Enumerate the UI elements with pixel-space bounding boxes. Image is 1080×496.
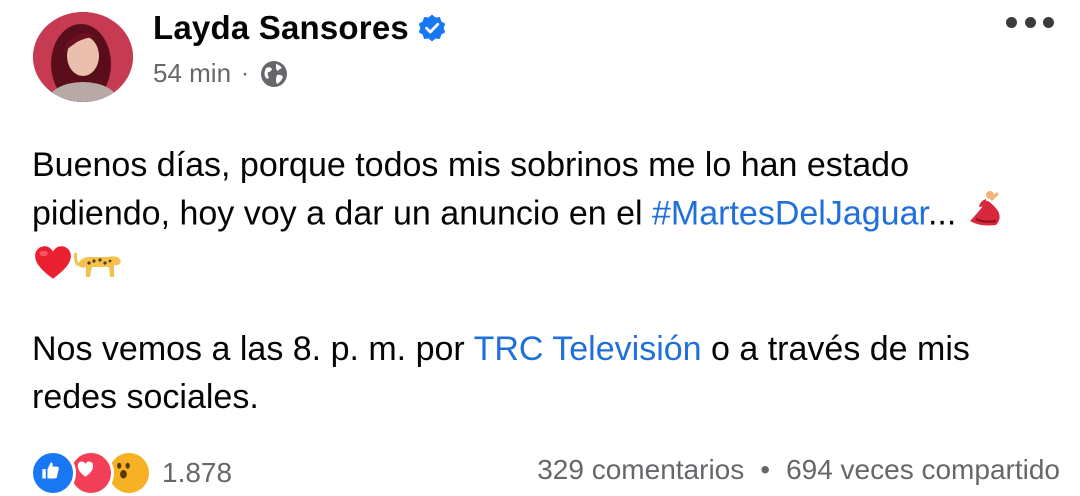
comments-count[interactable]: 329 comentarios bbox=[537, 454, 744, 486]
reaction-count: 1.878 bbox=[162, 457, 233, 488]
post-meta: 54 min · bbox=[153, 58, 289, 89]
dot bbox=[1024, 16, 1036, 28]
post-time[interactable]: 54 min bbox=[153, 58, 231, 89]
verified-badge-icon bbox=[417, 13, 447, 43]
shares-count[interactable]: 694 veces compartido bbox=[786, 454, 1060, 486]
globe-icon[interactable] bbox=[259, 59, 289, 89]
author-name[interactable]: Layda Sansores bbox=[153, 9, 409, 47]
post-paragraph-1: Buenos días, porque todos mis sobrinos m… bbox=[32, 141, 1052, 297]
hashtag-link[interactable]: #MartesDelJaguar bbox=[652, 194, 928, 232]
post-footer: 1.878 329 comentarios • 694 veces compar… bbox=[30, 450, 1060, 496]
author-row: Layda Sansores bbox=[153, 8, 447, 48]
facebook-post: Layda Sansores 54 min · Buenos días, por… bbox=[0, 0, 1080, 496]
post-paragraph-2: Nos vemos a las 8. p. m. por TRC Televis… bbox=[32, 325, 1052, 421]
leopard-emoji-icon bbox=[73, 246, 124, 294]
trc-television-link[interactable]: TRC Televisión bbox=[474, 330, 702, 368]
ellipsis: ... bbox=[927, 194, 957, 233]
meta-separator: · bbox=[241, 59, 250, 87]
author-avatar[interactable] bbox=[33, 12, 133, 102]
like-icon bbox=[30, 450, 76, 496]
dancer-emoji-icon bbox=[966, 189, 1006, 242]
post-stats: 329 comentarios • 694 veces compartido bbox=[537, 454, 1060, 486]
red-heart-emoji-icon bbox=[32, 242, 74, 297]
reactions-summary[interactable]: 1.878 bbox=[30, 450, 232, 496]
more-dots-icon[interactable] bbox=[1006, 10, 1054, 34]
avatar-photo bbox=[33, 12, 133, 102]
dot bbox=[1006, 16, 1017, 28]
stats-separator: • bbox=[760, 454, 771, 485]
post-text: Nos vemos a las 8. p. m. por bbox=[32, 330, 474, 368]
dot bbox=[1043, 16, 1054, 28]
